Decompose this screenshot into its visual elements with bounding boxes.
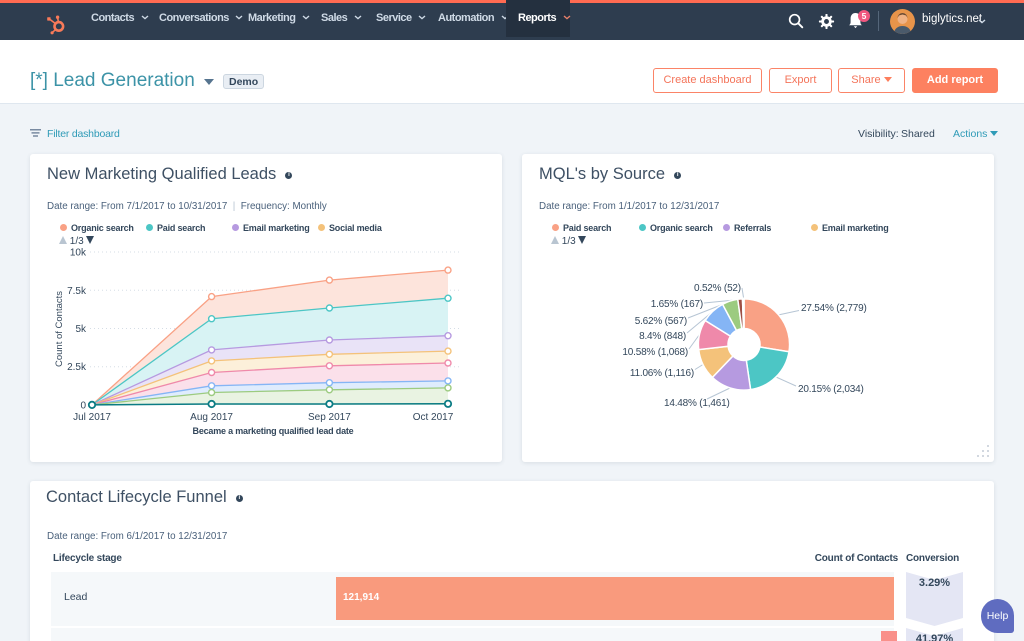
svg-text:14.48% (1,461): 14.48% (1,461) <box>664 398 730 409</box>
svg-text:Became a marketing qualified l: Became a marketing qualified lead date <box>193 426 354 436</box>
svg-text:0.52% (52): 0.52% (52) <box>694 283 741 294</box>
svg-text:5k: 5k <box>75 324 87 335</box>
svg-text:11.06% (1,116): 11.06% (1,116) <box>630 368 694 379</box>
svg-text:1.65% (167): 1.65% (167) <box>651 299 703 310</box>
svg-text:5.62% (567): 5.62% (567) <box>635 316 687 327</box>
svg-text:10k: 10k <box>70 248 87 259</box>
svg-text:Jul 2017: Jul 2017 <box>73 412 111 423</box>
svg-text:20.15% (2,034): 20.15% (2,034) <box>798 384 864 395</box>
svg-text:2.5k: 2.5k <box>67 362 87 373</box>
svg-text:0: 0 <box>80 400 86 411</box>
svg-text:Oct 2017: Oct 2017 <box>413 412 454 423</box>
svg-text:27.54% (2,779): 27.54% (2,779) <box>801 303 867 314</box>
svg-text:Sep 2017: Sep 2017 <box>308 412 351 423</box>
svg-text:7.5k: 7.5k <box>67 286 87 297</box>
svg-text:8.4% (848): 8.4% (848) <box>639 331 686 342</box>
svg-text:Count of Contacts: Count of Contacts <box>54 291 65 367</box>
svg-text:Aug 2017: Aug 2017 <box>190 412 233 423</box>
svg-text:10.58% (1,068): 10.58% (1,068) <box>622 347 688 358</box>
